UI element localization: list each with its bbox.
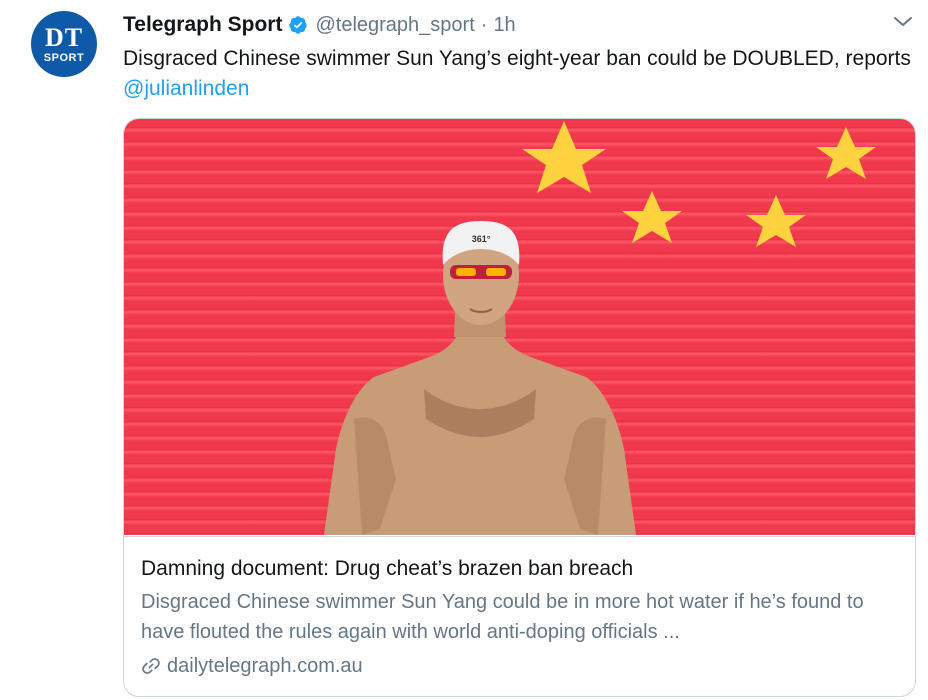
link-icon (142, 658, 160, 674)
card-image[interactable]: 361° (124, 119, 915, 535)
card-image-illustration: 361° (324, 121, 876, 535)
tweet[interactable]: DT SPORT Telegraph Sport @telegraph_spor… (0, 0, 928, 700)
avatar-logo-subtext: SPORT (43, 51, 85, 64)
card-domain-text: dailytelegraph.com.au (167, 654, 363, 677)
card-description: Disgraced Chinese swimmer Sun Yang could… (141, 591, 864, 643)
avatar-logo-text: DT (44, 22, 84, 52)
card-title: Damning document: Drug cheat’s brazen ba… (141, 557, 634, 580)
flag-star-small (816, 127, 876, 179)
flag-star-small (622, 191, 682, 243)
mention-link[interactable]: @julianlinden (123, 77, 249, 100)
swimmer-figure (324, 221, 636, 535)
flag-star-large (522, 121, 606, 193)
link-card[interactable]: 361° Damning document: Drug cheat’s braz… (123, 118, 916, 697)
card-body[interactable]: Damning document: Drug cheat’s brazen ba… (124, 536, 915, 696)
tweet-body: Disgraced Chinese swimmer Sun Yang’s eig… (123, 47, 911, 70)
separator-dot: · (480, 13, 488, 36)
author-handle[interactable]: @telegraph_sport (315, 14, 474, 37)
verified-badge-icon (289, 16, 308, 34)
tweet-text: Disgraced Chinese swimmer Sun Yang’s eig… (123, 44, 913, 104)
author-name[interactable]: Telegraph Sport (123, 13, 282, 37)
tweet-header: Telegraph Sport @telegraph_sport · 1h (123, 10, 516, 40)
chevron-down-icon[interactable] (891, 12, 915, 32)
cap-logo: 361° (472, 234, 491, 244)
avatar[interactable]: DT SPORT (31, 11, 97, 77)
flag-star-small (746, 195, 806, 247)
card-domain[interactable]: dailytelegraph.com.au (141, 651, 363, 681)
tweet-timestamp[interactable]: 1h (493, 14, 515, 37)
